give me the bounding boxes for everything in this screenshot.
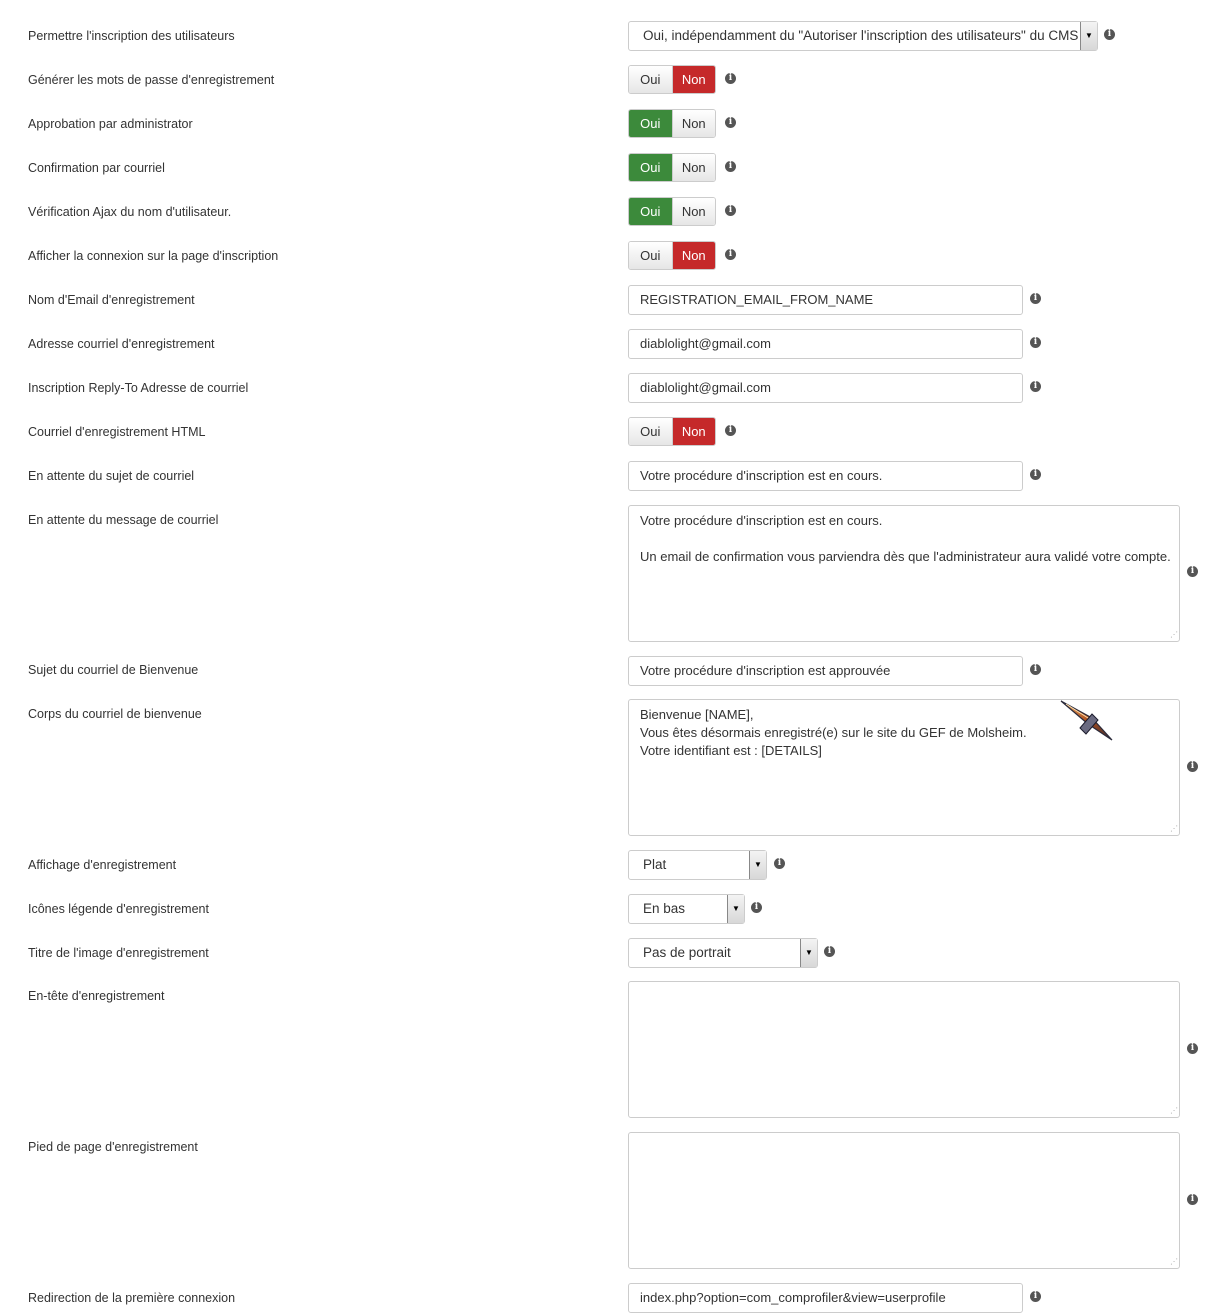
label-registration-email-name: Nom d'Email d'enregistrement <box>28 293 195 307</box>
info-icon[interactable]: i <box>1030 469 1041 480</box>
info-icon[interactable]: i <box>751 902 762 913</box>
sword-cursor-icon <box>1060 700 1113 741</box>
label-html-email: Courriel d'enregistrement HTML <box>28 425 206 439</box>
info-icon[interactable]: i <box>1030 381 1041 392</box>
caret-down-icon[interactable]: ▼ <box>1080 22 1097 50</box>
text-line: Un email de confirmation vous parviendra… <box>640 549 1171 564</box>
info-icon[interactable]: i <box>725 249 736 260</box>
image-title-value: Pas de portrait <box>643 945 731 960</box>
image-title-select[interactable]: Pas de portrait ▼ <box>628 938 818 968</box>
caret-down-icon[interactable]: ▼ <box>727 895 744 923</box>
info-icon[interactable]: i <box>1030 337 1041 348</box>
info-icon[interactable]: i <box>725 425 736 436</box>
reply-to-address-input[interactable]: diablolight@gmail.com <box>628 373 1023 403</box>
label-legend-icons: Icônes légende d'enregistrement <box>28 902 209 916</box>
admin-approval-toggle[interactable]: Oui Non <box>628 109 716 138</box>
label-pending-message: En attente du message de courriel <box>28 513 219 527</box>
resize-grip-icon[interactable]: ⋰ <box>1170 631 1178 639</box>
text-line: Votre procédure d'inscription est en cou… <box>640 513 883 528</box>
registration-email-address-input[interactable]: diablolight@gmail.com <box>628 329 1023 359</box>
info-icon[interactable]: i <box>1030 293 1041 304</box>
option-no[interactable]: Non <box>671 110 715 137</box>
label-show-login: Afficher la connexion sur la page d'insc… <box>28 249 279 263</box>
label-allow-registration: Permettre l'inscription des utilisateurs <box>28 29 235 43</box>
label-pending-subject: En attente du sujet de courriel <box>28 469 195 483</box>
registration-email-name-input[interactable]: REGISTRATION_EMAIL_FROM_NAME <box>628 285 1023 315</box>
info-icon[interactable]: i <box>1030 1291 1041 1302</box>
info-icon[interactable]: i <box>824 946 835 957</box>
info-icon[interactable]: i <box>725 117 736 128</box>
registration-footer-textarea[interactable]: ⋰ <box>628 1132 1180 1269</box>
label-welcome-subject: Sujet du courriel de Bienvenue <box>28 663 199 677</box>
label-registration-layout: Affichage d'enregistrement <box>28 858 177 872</box>
option-yes[interactable]: Oui <box>629 198 672 225</box>
option-no[interactable]: Non <box>671 66 715 93</box>
caret-down-icon[interactable]: ▼ <box>749 851 766 879</box>
registration-layout-value: Plat <box>643 857 667 872</box>
caret-down-icon[interactable]: ▼ <box>800 939 817 967</box>
info-icon[interactable]: i <box>725 73 736 84</box>
label-ajax-username-check: Vérification Ajax du nom d'utilisateur. <box>28 205 232 219</box>
resize-grip-icon[interactable]: ⋰ <box>1170 825 1178 833</box>
option-yes[interactable]: Oui <box>629 242 672 269</box>
allow-registration-select[interactable]: Oui, indépendamment du "Autoriser l'insc… <box>628 21 1098 51</box>
option-no[interactable]: Non <box>671 242 715 269</box>
option-yes[interactable]: Oui <box>629 110 672 137</box>
text-line <box>640 530 1168 548</box>
label-generate-passwords: Générer les mots de passe d'enregistreme… <box>28 73 275 87</box>
option-no[interactable]: Non <box>671 418 715 445</box>
info-icon[interactable]: i <box>1187 1194 1198 1205</box>
option-yes[interactable]: Oui <box>629 154 672 181</box>
info-icon[interactable]: i <box>1187 1043 1198 1054</box>
info-icon[interactable]: i <box>1187 761 1198 772</box>
ajax-username-check-toggle[interactable]: Oui Non <box>628 197 716 226</box>
info-icon[interactable]: i <box>1187 566 1198 577</box>
email-confirmation-toggle[interactable]: Oui Non <box>628 153 716 182</box>
pending-message-textarea[interactable]: Votre procédure d'inscription est en cou… <box>628 505 1180 642</box>
option-yes[interactable]: Oui <box>629 418 672 445</box>
label-first-login-redirect: Redirection de la première connexion <box>28 1291 236 1305</box>
label-registration-header: En-tête d'enregistrement <box>28 989 165 1003</box>
label-email-confirmation: Confirmation par courriel <box>28 161 165 175</box>
info-icon[interactable]: i <box>1104 29 1115 40</box>
label-image-title: Titre de l'image d'enregistrement <box>28 946 209 960</box>
resize-grip-icon[interactable]: ⋰ <box>1170 1107 1178 1115</box>
info-icon[interactable]: i <box>1030 664 1041 675</box>
label-admin-approval: Approbation par administrator <box>28 117 193 131</box>
label-welcome-body: Corps du courriel de bienvenue <box>28 707 202 721</box>
generate-passwords-toggle[interactable]: Oui Non <box>628 65 716 94</box>
registration-header-textarea[interactable]: ⋰ <box>628 981 1180 1118</box>
info-icon[interactable]: i <box>725 205 736 216</box>
first-login-redirect-input[interactable]: index.php?option=com_comprofiler&view=us… <box>628 1283 1023 1313</box>
legend-icons-select[interactable]: En bas ▼ <box>628 894 745 924</box>
info-icon[interactable]: i <box>725 161 736 172</box>
pending-subject-input[interactable]: Votre procédure d'inscription est en cou… <box>628 461 1023 491</box>
resize-grip-icon[interactable]: ⋰ <box>1170 1258 1178 1266</box>
welcome-subject-input[interactable]: Votre procédure d'inscription est approu… <box>628 656 1023 686</box>
label-registration-footer: Pied de page d'enregistrement <box>28 1140 198 1154</box>
registration-layout-select[interactable]: Plat ▼ <box>628 850 767 880</box>
info-icon[interactable]: i <box>774 858 785 869</box>
label-reply-to-address: Inscription Reply-To Adresse de courriel <box>28 381 249 395</box>
show-login-toggle[interactable]: Oui Non <box>628 241 716 270</box>
option-yes[interactable]: Oui <box>629 66 672 93</box>
html-email-toggle[interactable]: Oui Non <box>628 417 716 446</box>
option-no[interactable]: Non <box>671 154 715 181</box>
allow-registration-value: Oui, indépendamment du "Autoriser l'insc… <box>643 28 1079 43</box>
legend-icons-value: En bas <box>643 901 686 916</box>
label-registration-email-address: Adresse courriel d'enregistrement <box>28 337 215 351</box>
option-no[interactable]: Non <box>671 198 715 225</box>
